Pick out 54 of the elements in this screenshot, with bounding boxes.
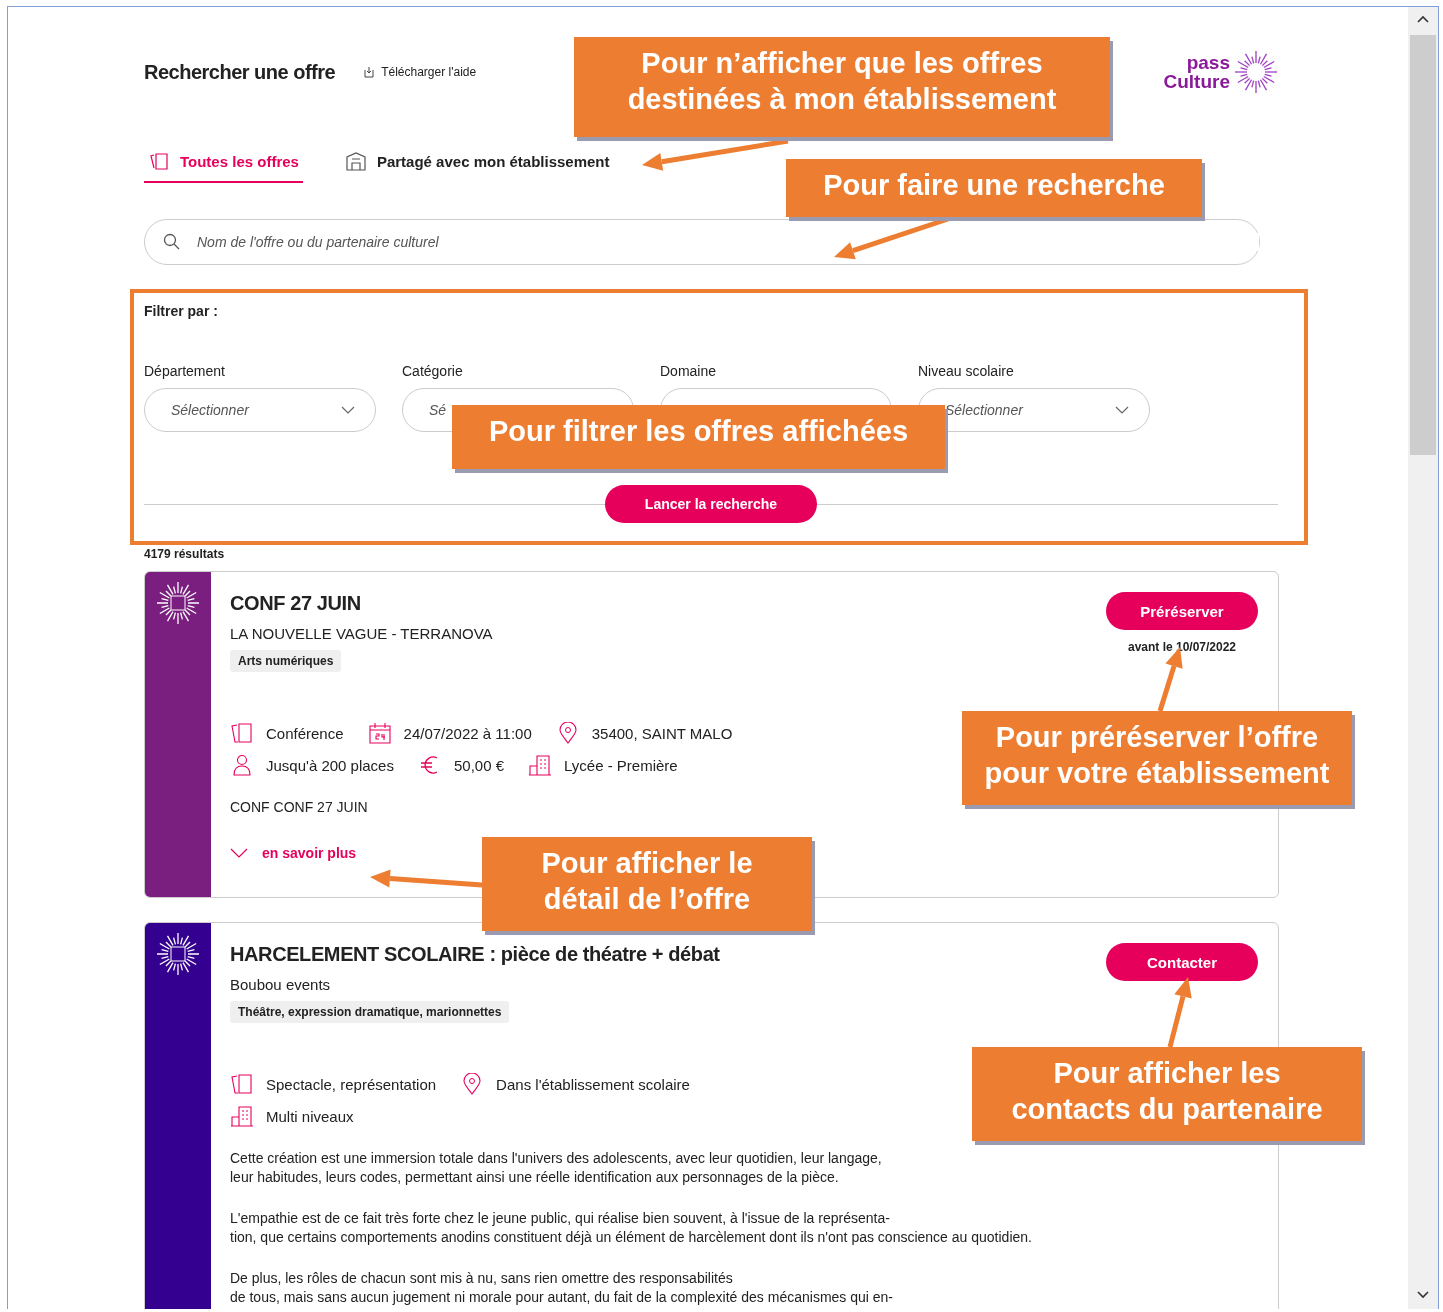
offer-detail: Conférence bbox=[266, 724, 344, 742]
results-count: 4179 résultats bbox=[144, 547, 226, 561]
offer-detail: 35400, SAINT MALO bbox=[591, 724, 733, 742]
action-button[interactable]: Contacter bbox=[1106, 943, 1258, 981]
deadline-note: avant le 10/07/2022 bbox=[1127, 640, 1237, 654]
offer-title: HARCELEMENT SCOLAIRE : pièce de théatre + débat bbox=[230, 943, 720, 966]
person-icon bbox=[230, 754, 254, 776]
show-more-link[interactable]: en savoir plus bbox=[230, 845, 357, 861]
offer-detail: Dans l'établissement scolaire bbox=[496, 1075, 690, 1093]
building-icon bbox=[344, 151, 367, 171]
download-icon bbox=[363, 66, 376, 78]
offer-description: L'empathie est de ce fait très forte chez le jeune public, qui réalise bien souvent, à l'issue de la représenta- tion, que certains comportements anodins constituent déjà un élément de harcèlement dont ils n'ont pas conscience au quotidien. bbox=[230, 1209, 1032, 1247]
filter-label: Niveau scolaire bbox=[918, 363, 1015, 379]
cards-icon bbox=[230, 722, 254, 744]
sun-icon bbox=[155, 580, 201, 626]
offer-detail: Lycée - Première bbox=[564, 756, 678, 774]
building-icon bbox=[528, 754, 552, 776]
offer-detail: 24/07/2022 à 11:00 bbox=[403, 724, 532, 742]
filter-label: Catégorie bbox=[402, 363, 464, 379]
callout-arrow bbox=[1167, 977, 1192, 1048]
search-icon bbox=[163, 233, 181, 251]
partner-name: LA NOUVELLE VAGUE - TERRANOVA bbox=[230, 625, 493, 642]
offer-detail: Multi niveaux bbox=[266, 1107, 354, 1125]
filter-title: Filtrer par : bbox=[144, 303, 219, 319]
download-help-link[interactable]: Télécharger l'aide bbox=[363, 65, 477, 79]
tab[interactable]: Toutes les offres bbox=[144, 151, 303, 183]
cards-icon bbox=[230, 1073, 254, 1095]
category-tag: Théâtre, expression dramatique, marionnettes bbox=[230, 1001, 510, 1023]
offer-description: Cette création est une immersion totale dans l'univers des adolescents, avec leur quotidien, leur langage, leur habitudes, leurs codes, permettant ainsi une réelle identification aux personnages de la pièce. bbox=[230, 1149, 882, 1187]
cards-icon bbox=[148, 151, 170, 171]
offer-detail: Spectacle, représentation bbox=[266, 1075, 437, 1093]
scroll-up-icon[interactable] bbox=[1417, 15, 1429, 23]
offer-description: CONF CONF 27 JUIN bbox=[230, 798, 368, 817]
action-button[interactable]: Préréserver bbox=[1106, 592, 1258, 630]
offer-title: CONF 27 JUIN bbox=[230, 592, 362, 615]
scrollbar[interactable] bbox=[1408, 7, 1438, 1309]
chevron-down-icon bbox=[230, 848, 248, 858]
chevron-down-icon bbox=[1115, 406, 1129, 414]
partner-name: Boubou events bbox=[230, 976, 332, 993]
chevron-down-icon bbox=[341, 406, 355, 414]
offer-description: De plus, les rôles de chacun sont mis à nu, sans rien omettre des responsabilités de tous, mais sans aucun jugement ni morale pour autant, du fait de la complexité des mécanismes qui en- bbox=[230, 1269, 894, 1307]
tab[interactable]: Partagé avec mon établissement bbox=[340, 151, 614, 183]
page-title: Rechercher une offre bbox=[144, 60, 336, 84]
pass-culture-logo: pass Culture bbox=[1163, 50, 1278, 94]
building-icon bbox=[230, 1105, 254, 1127]
calendar-icon bbox=[367, 722, 392, 744]
offer-detail: 50,00 € bbox=[453, 756, 504, 774]
offer-detail: Jusqu'à 200 places bbox=[266, 756, 394, 774]
filter-label: Département bbox=[144, 363, 226, 379]
scroll-down-icon[interactable] bbox=[1417, 1291, 1429, 1299]
sun-icon bbox=[155, 931, 201, 977]
search-button[interactable]: Lancer la recherche bbox=[605, 485, 817, 523]
filter-label: Domaine bbox=[660, 363, 718, 379]
category-tag: Arts numériques bbox=[230, 650, 342, 672]
